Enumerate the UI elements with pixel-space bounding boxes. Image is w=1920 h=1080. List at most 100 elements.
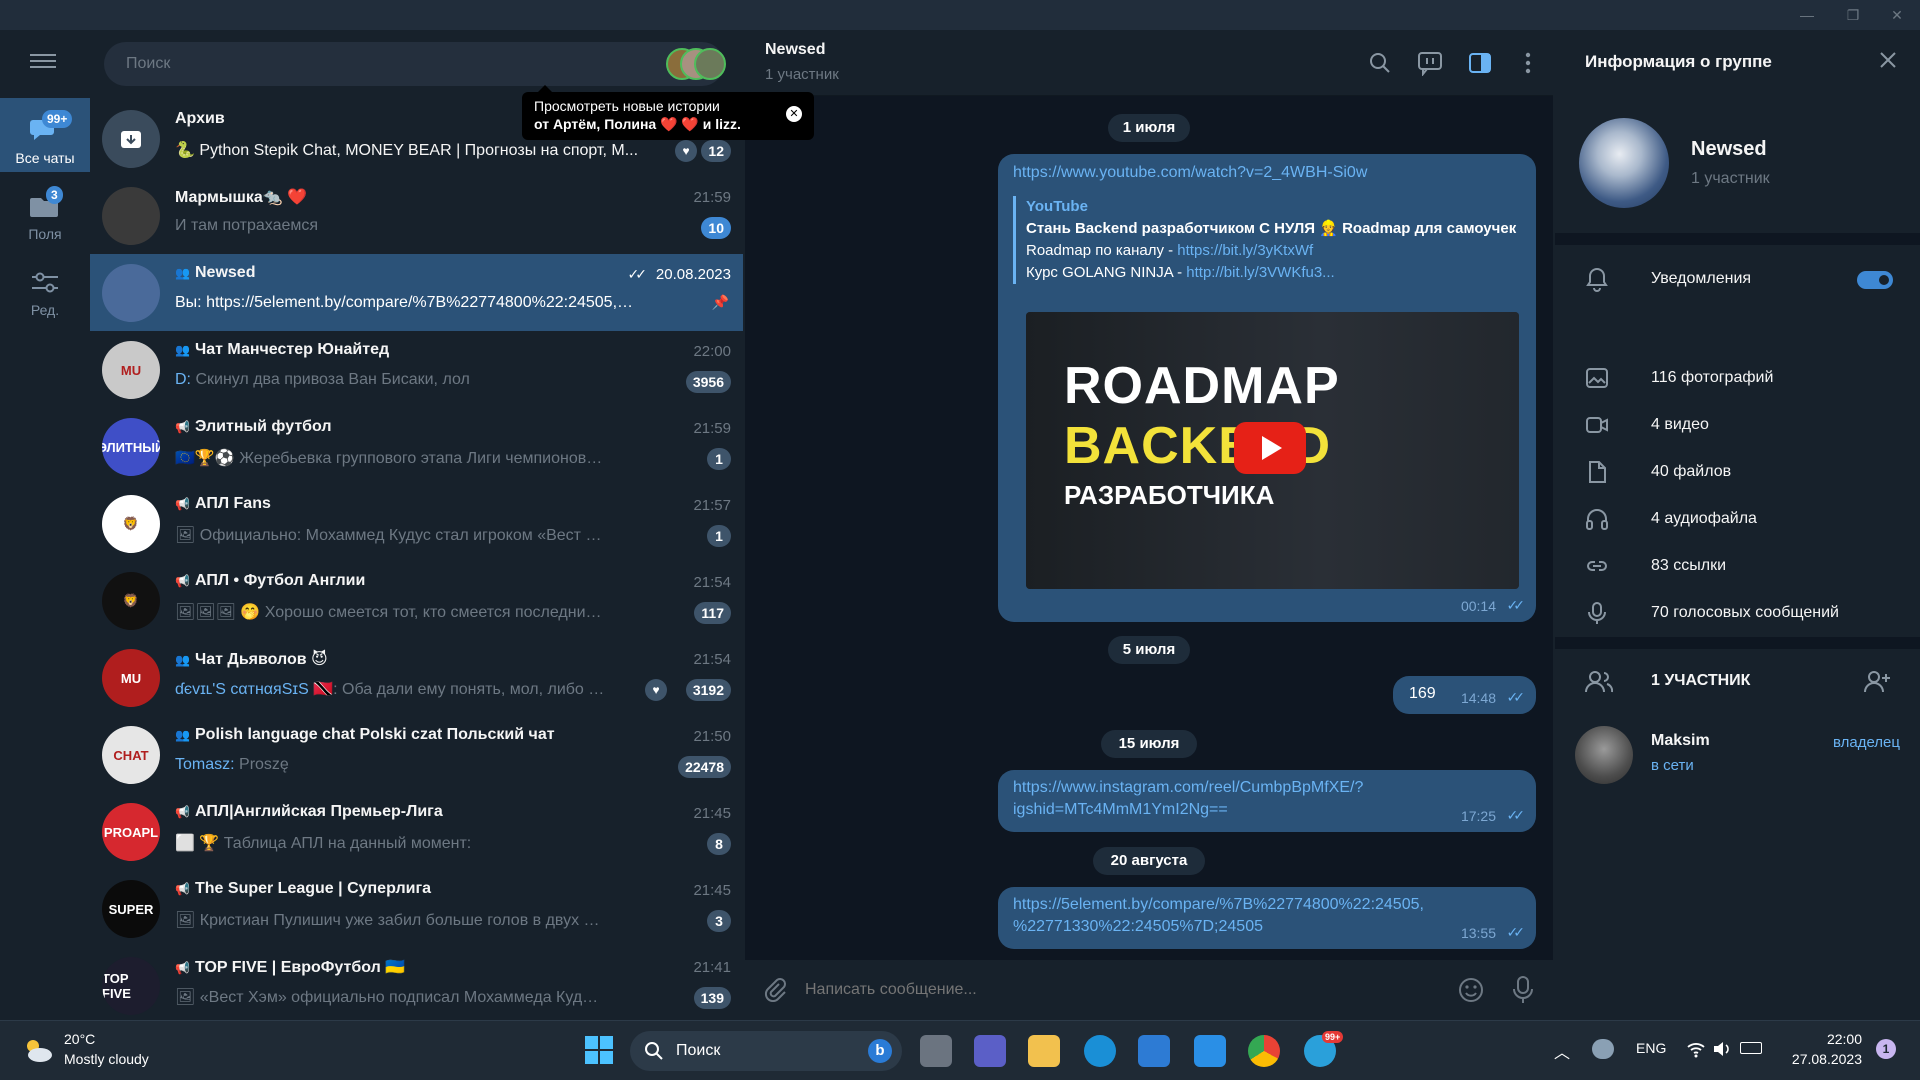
message-bubble[interactable]: 169 14:48 ✓✓ xyxy=(1393,676,1536,714)
chat-row[interactable]: CHAT 👥 Polish language chat Polski czat П… xyxy=(90,716,743,793)
chat-preview: 🇪🇺🏆⚽ Жеребьевка группового этапа Лиги че… xyxy=(175,450,605,467)
folder-fields[interactable]: 3 Поля xyxy=(0,174,90,248)
minimize-button[interactable]: — xyxy=(1784,0,1830,30)
task-view-icon[interactable] xyxy=(920,1035,952,1067)
close-window-button[interactable]: ✕ xyxy=(1874,0,1920,30)
group-icon: 👥 xyxy=(175,653,190,667)
teams-icon[interactable] xyxy=(974,1035,1006,1067)
wifi-icon[interactable] xyxy=(1686,1039,1706,1059)
shared-media-row[interactable]: 4 видео xyxy=(1555,402,1920,449)
shared-media-row[interactable]: 40 файлов xyxy=(1555,449,1920,496)
unread-count: 1 xyxy=(707,525,731,547)
message-link[interactable]: https://5element.by/compare/%7B%22774800… xyxy=(1013,896,1424,914)
chat-row[interactable]: MU 👥 Чат Манчестер Юнайтед 22:00 D: Скину… xyxy=(90,331,743,408)
vscode-icon[interactable] xyxy=(1194,1035,1226,1067)
taskbar-search[interactable]: Поиск b xyxy=(630,1031,902,1071)
store-icon[interactable] xyxy=(1138,1035,1170,1067)
heart-icon: ♥ xyxy=(645,679,667,701)
chat-row[interactable]: ЭЛИТНЫЙ 📢Элитный футбол 21:59 🇪🇺🏆⚽ Жереб… xyxy=(90,408,743,485)
telegram-icon[interactable]: 99+ xyxy=(1304,1031,1344,1067)
message-bubble-youtube[interactable]: https://www.youtube.com/watch?v=2_4WBH-S… xyxy=(998,154,1536,622)
tooltip-close-icon[interactable]: ✕ xyxy=(786,106,802,122)
clock-time[interactable]: 22:00 xyxy=(1788,1031,1862,1047)
shared-media-row[interactable]: 70 голосовых сообщений xyxy=(1555,590,1920,637)
chat-list: Поиск Архив 🐍 Python Stepik Chat, MONEY … xyxy=(90,30,743,1020)
chat-time: 21:59 xyxy=(693,420,731,437)
preview-link[interactable]: http://bit.ly/3VWKfu3... xyxy=(1186,264,1334,281)
chat-row[interactable]: 👥 Newsed ✓✓ 20.08.2023 Вы: https://5eleme… xyxy=(90,254,743,331)
read-check-icon: ✓✓ xyxy=(627,266,648,282)
notifications-row[interactable]: Уведомления xyxy=(1555,256,1920,303)
more-options-icon[interactable] xyxy=(1515,50,1541,76)
chat-row[interactable]: TOP FIVE 📢 TOP FIVE | ЕвроФутбол 🇺🇦 21:41… xyxy=(90,947,743,1020)
chat-name: 📢 АПЛ Fans xyxy=(175,495,271,512)
link-preview[interactable]: YouTube Стань Backend разработчиком С НУ… xyxy=(1013,196,1533,284)
title-bar: — ❐ ✕ xyxy=(0,0,1920,30)
tooltip-line: от Артём, Полина ❤️ ❤️ и lizz. xyxy=(534,116,741,132)
notifications-toggle[interactable] xyxy=(1857,271,1893,289)
attach-icon[interactable] xyxy=(761,976,787,1003)
file-explorer-icon[interactable] xyxy=(1028,1035,1060,1067)
onedrive-icon[interactable] xyxy=(1592,1039,1614,1059)
video-chat-icon[interactable] xyxy=(1417,50,1443,77)
chat-row[interactable]: Мармышка🐀 ❤️ 21:59 И там потрахаемся 10 xyxy=(90,177,743,254)
video-thumbnail[interactable]: ROADMAP BACKEND РАЗРАБОТЧИКА xyxy=(1026,312,1519,589)
folder-all-chats[interactable]: 99+ Все чаты xyxy=(0,98,90,172)
sidebar-toggle-icon[interactable] xyxy=(1467,50,1493,76)
battery-icon[interactable] xyxy=(1740,1042,1762,1054)
restore-button[interactable]: ❐ xyxy=(1830,0,1876,30)
story-avatar[interactable] xyxy=(694,48,726,80)
tray-chevron-icon[interactable]: ︿ xyxy=(1554,1039,1570,1063)
message-link[interactable]: %22771330%22:24505%7D;24505 xyxy=(1013,918,1263,936)
microphone-icon[interactable] xyxy=(1511,975,1535,1005)
message-time: 14:48 xyxy=(1460,690,1496,706)
clock-date[interactable]: 27.08.2023 xyxy=(1788,1051,1862,1067)
edge-icon[interactable] xyxy=(1084,1035,1116,1067)
chat-preview: 🖼 «Вест Хэм» официально подписал Мохамме… xyxy=(175,989,605,1006)
menu-icon[interactable] xyxy=(30,50,56,74)
shared-media-row[interactable]: 4 аудиофайла xyxy=(1555,496,1920,543)
bing-icon: b xyxy=(868,1039,892,1063)
chat-name: 👥 Чат Дьяволов 😈 xyxy=(175,651,328,668)
chat-row[interactable]: SUPER 📢 The Super League | Суперлига 21:4… xyxy=(90,870,743,947)
member-name: Maksim xyxy=(1651,732,1710,749)
message-bubble[interactable]: https://5element.by/compare/%7B%22774800… xyxy=(998,887,1536,949)
message-input[interactable] xyxy=(805,975,1365,1005)
folder-edit[interactable]: Ред. xyxy=(0,250,90,324)
preview-link[interactable]: https://bit.ly/3yKtxWf xyxy=(1177,242,1313,259)
chat-time: 21:50 xyxy=(693,728,731,745)
message-link[interactable]: https://www.instagram.com/reel/CumbpBpMf… xyxy=(1013,779,1363,797)
chat-row[interactable]: 🦁 📢 АПЛ • Футбол Англии 21:54 🖼🖼🖼 🤭 Хорош… xyxy=(90,562,743,639)
folder-icon: 3 xyxy=(30,186,63,220)
group-avatar[interactable] xyxy=(1579,118,1669,208)
member-row[interactable]: Maksim в сети владелец xyxy=(1555,724,1920,786)
volume-icon[interactable] xyxy=(1712,1039,1732,1059)
preview-text: Roadmap по каналу - xyxy=(1026,242,1178,259)
emoji-icon[interactable] xyxy=(1457,976,1485,1004)
chat-row[interactable]: 🦁 📢 АПЛ Fans 21:57 🖼 Официально: Мохаммед… xyxy=(90,485,743,562)
chat-preview: ɗєvɪʟ'S cαтнαяSɪS 🇹🇹: Оба дали ему понят… xyxy=(175,681,605,698)
windows-start-icon[interactable] xyxy=(584,1035,614,1065)
chat-row[interactable]: MU 👥 Чат Дьяволов 😈 21:54 ɗєvɪʟ'S cαтнαяS… xyxy=(90,639,743,716)
chat-row[interactable]: PROAPL 📢 АПЛ|Английская Премьер-Лига 21:4… xyxy=(90,793,743,870)
search-input[interactable]: Поиск xyxy=(104,42,726,86)
shared-media-row[interactable]: 116 фотографий xyxy=(1555,355,1920,402)
message-link[interactable]: igshid=MTc4MmM1YmI2Ng== xyxy=(1013,801,1228,819)
notification-count[interactable]: 1 xyxy=(1876,1039,1896,1059)
chrome-icon[interactable] xyxy=(1248,1035,1280,1067)
chat-header[interactable]: Newsed 1 участник xyxy=(745,30,1553,96)
search-icon[interactable] xyxy=(1367,50,1393,76)
close-icon[interactable] xyxy=(1878,50,1898,70)
message-bubble[interactable]: https://www.instagram.com/reel/CumbpBpMf… xyxy=(998,770,1536,832)
unread-count: 139 xyxy=(693,987,731,1009)
date-separator: 20 августа xyxy=(1093,847,1205,875)
chat-time: 20.08.2023 xyxy=(655,266,731,283)
shared-media-row[interactable]: 83 ссылки xyxy=(1555,543,1920,590)
language-indicator[interactable]: ENG xyxy=(1636,1040,1666,1056)
play-button-icon[interactable] xyxy=(1234,422,1306,474)
weather-icon[interactable] xyxy=(20,1035,54,1065)
message-link[interactable]: https://www.youtube.com/watch?v=2_4WBH-S… xyxy=(1013,164,1367,182)
add-member-icon[interactable] xyxy=(1863,670,1891,694)
avatar: SUPER xyxy=(102,880,160,938)
preview-desc-line: Roadmap по каналу - https://bit.ly/3yKtx… xyxy=(1026,240,1533,262)
